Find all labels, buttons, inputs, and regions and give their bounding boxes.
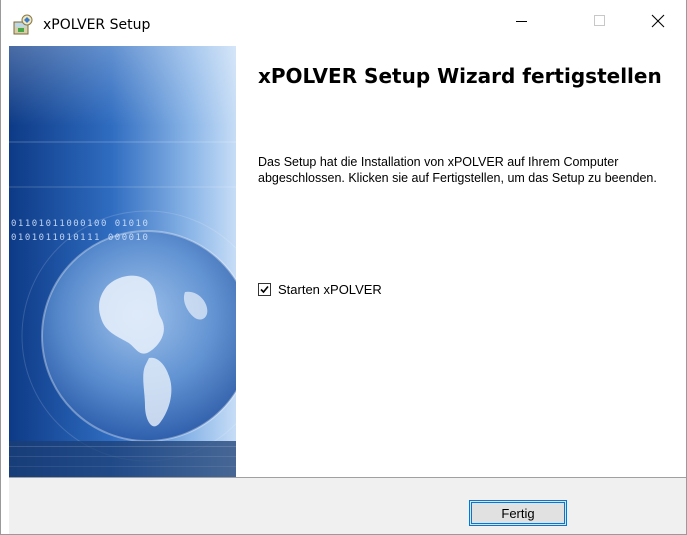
launch-app-option[interactable]: Starten xPOLVER — [258, 282, 382, 297]
checkmark-icon — [260, 285, 269, 294]
completion-description: Das Setup hat die Installation von xPOLV… — [258, 155, 657, 185]
close-icon — [651, 14, 665, 33]
finish-button[interactable]: Fertig — [469, 500, 567, 526]
launch-app-checkbox[interactable] — [258, 283, 271, 296]
minimize-button[interactable] — [499, 0, 545, 46]
finish-button-label: Fertig — [501, 505, 535, 521]
maximize-button — [577, 0, 623, 46]
minimize-icon — [516, 14, 528, 32]
binary-text-line-1: 01101011000100 01010 — [11, 219, 149, 229]
page-title: xPOLVER Setup Wizard fertigstellen — [258, 64, 662, 88]
wizard-banner-image: 01101011000100 01010 0101011010111 00001… — [9, 46, 236, 477]
globe-banner-graphic: 01101011000100 01010 0101011010111 00001… — [9, 46, 236, 477]
window-title: xPOLVER Setup — [43, 17, 151, 33]
launch-app-label[interactable]: Starten xPOLVER — [278, 282, 382, 297]
button-bar — [9, 478, 686, 534]
close-button[interactable] — [635, 0, 681, 46]
maximize-icon — [594, 14, 606, 32]
installer-icon — [12, 14, 34, 36]
binary-text-line-2: 0101011010111 000010 — [11, 233, 149, 243]
setup-window: xPOLVER Setup 01101011000100 01010 01010… — [0, 0, 687, 535]
title-bar[interactable]: xPOLVER Setup — [1, 0, 686, 46]
